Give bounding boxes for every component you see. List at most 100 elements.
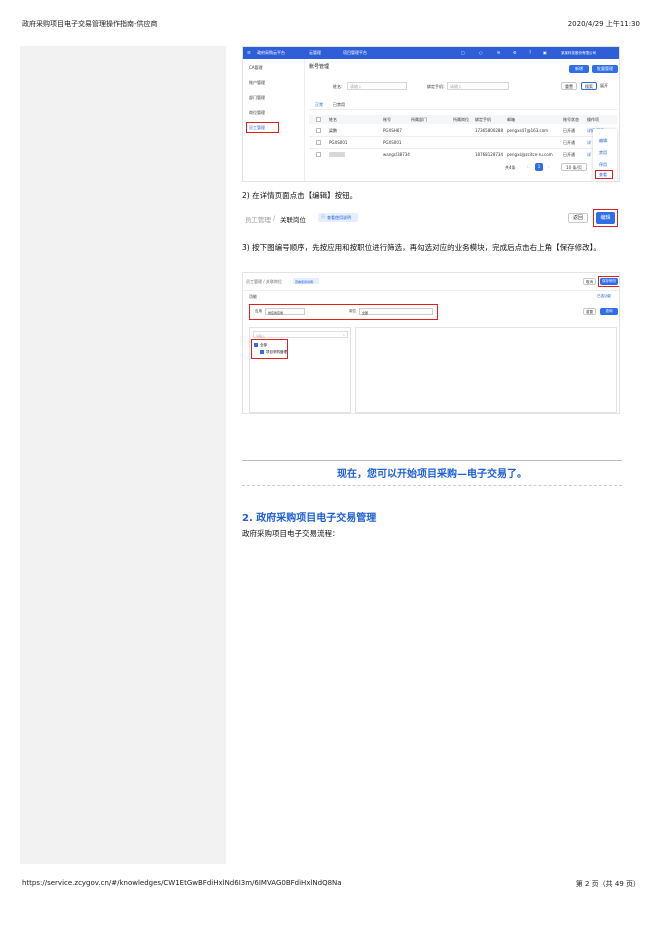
query-button[interactable]: 查询 xyxy=(600,308,618,315)
edit-button[interactable]: 编辑 xyxy=(596,212,615,224)
cell-email: pengxs47@163.com xyxy=(507,128,549,133)
tree-child[interactable]: 项目采购管理 xyxy=(266,350,287,355)
side-item-employee[interactable]: 员工管理 xyxy=(249,126,265,130)
help-icon[interactable]: ? xyxy=(529,51,531,55)
nav-item[interactable]: 项目管理平台 xyxy=(343,51,367,55)
table-row: PGXS001 PGXS001 已开通 详 xyxy=(309,137,617,148)
document-title: 政府采购项目电子交易管理操作指南-供应商 xyxy=(22,20,158,28)
cell-actions[interactable]: 详 xyxy=(587,153,591,157)
pager-next-icon[interactable]: › xyxy=(548,165,550,169)
breadcrumb-separator: / xyxy=(273,214,276,222)
banner-top-rule xyxy=(242,460,622,461)
tab-disabled[interactable]: 已禁用 xyxy=(333,103,345,107)
breadcrumb: 员工管理 / 关联岗位 xyxy=(246,279,282,284)
breadcrumb-current: 关联岗位 xyxy=(280,216,306,224)
screenshot-account-management: ☰ 政府采购云平台 云管理 项目管理平台 ▢ ○ ✉ ⚙ ? ▣ 某某科技股份有… xyxy=(242,46,620,182)
batch-manage-button[interactable]: 批量管理 xyxy=(592,65,618,73)
app-select[interactable]: 供应商应用 xyxy=(265,308,305,315)
table-row: wangcl38734 18768128734 pengxs@zcitce-ru… xyxy=(309,149,617,160)
tree-panel: 请输入 ⌕ 全部 项目采购管理 xyxy=(249,327,351,413)
bell-icon[interactable]: ▢ xyxy=(461,51,465,55)
col-actions: 操作项 xyxy=(587,117,599,122)
screenshot-link-position: 员工管理 / 关联岗位 查看使用说明 取消 保存修改 功能 已选功能 应用 供应… xyxy=(242,272,620,414)
app-label: 应用 xyxy=(255,309,262,313)
name-input[interactable]: 请输入 xyxy=(347,82,407,90)
selected-functions-link[interactable]: 已选功能 xyxy=(597,294,611,299)
row-checkbox[interactable] xyxy=(316,140,321,145)
help-badge[interactable]: 查看使用说明 xyxy=(293,278,319,284)
cancel-button[interactable]: 取消 xyxy=(583,278,596,285)
filter-phone-label: 绑定手机： xyxy=(427,84,447,89)
function-panel xyxy=(355,327,617,413)
cell-phone: 18768128734 xyxy=(475,152,503,157)
phone-input[interactable]: 请输入 xyxy=(447,82,509,90)
row-checkbox[interactable] xyxy=(316,152,321,157)
side-item-department[interactable]: 部门管理 xyxy=(249,96,265,100)
side-item-ca[interactable]: CA管理 xyxy=(249,66,263,70)
position-select[interactable]: 全部 xyxy=(359,308,433,315)
side-menu: CA管理 账户管理 部门管理 岗位管理 员工管理 xyxy=(243,59,305,181)
tab-normal[interactable]: 正常 xyxy=(315,103,323,107)
select-all-checkbox[interactable] xyxy=(316,117,321,122)
user-icon[interactable]: ○ xyxy=(479,51,483,55)
company-name: 某某科技股份有限公司 xyxy=(561,51,596,55)
menu-icon[interactable]: ☰ xyxy=(247,51,251,55)
tree-search-input[interactable]: 请输入 ⌕ xyxy=(253,331,348,338)
apps-icon[interactable]: ▣ xyxy=(543,51,547,55)
col-account: 账号 xyxy=(383,117,391,122)
tree-child-checkbox[interactable] xyxy=(260,350,264,354)
tree-root-checkbox[interactable] xyxy=(254,343,258,347)
save-changes-button[interactable]: 保存修改 xyxy=(600,278,618,285)
settings-icon[interactable]: ⚙ xyxy=(513,51,517,55)
reset-button[interactable]: 重置 xyxy=(583,308,596,315)
nav-item[interactable]: 云管理 xyxy=(309,51,321,55)
add-button[interactable]: 新增 xyxy=(569,65,589,73)
footer-url[interactable]: https://service.zcygov.cn/#/knowledges/C… xyxy=(22,879,342,887)
step-3-text: 3) 按下图编号顺序，先按应用和按职位进行筛选，再勾选对应的业务模块，完成后点击… xyxy=(242,243,601,252)
col-status: 账号状态 xyxy=(563,117,579,122)
dropdown-edit[interactable]: 编辑 xyxy=(599,139,607,143)
back-button[interactable]: 返回 xyxy=(568,213,588,223)
dropdown-view[interactable]: 查看 xyxy=(599,173,607,177)
table-row: 梁鹏 PGXSH67 17365800288 pengxs47@163.com … xyxy=(309,125,617,136)
expand-link[interactable]: 展开 xyxy=(600,84,608,88)
info-icon: ⓘ xyxy=(321,214,325,219)
pager-current[interactable]: 1 xyxy=(535,163,543,171)
screenshot-detail-header: 员工管理 / 关联岗位 ⓘ 查看使用说明 返回 编辑 xyxy=(242,207,620,229)
cell-phone: 17365800288 xyxy=(475,128,503,133)
side-item-account[interactable]: 账户管理 xyxy=(249,81,265,85)
left-margin-panel xyxy=(20,46,226,864)
page-title: 账号管理 xyxy=(309,64,330,70)
reset-button[interactable]: 重置 xyxy=(561,82,577,90)
banner-text: 现在，您可以开始项目采购—电子交易了。 xyxy=(337,469,527,480)
cell-name: PGXS001 xyxy=(329,140,348,145)
cell-actions[interactable]: 详 xyxy=(587,141,591,145)
help-badge[interactable]: ⓘ 查看使用说明 xyxy=(318,213,358,222)
footer-page-number: 第 2 页（共 49 页） xyxy=(575,880,640,888)
cell-name: 梁鹏 xyxy=(329,128,337,133)
banner-bottom-rule xyxy=(242,485,622,486)
page-size-select[interactable]: 10 条/页 xyxy=(561,163,587,171)
search-button[interactable]: 搜索 xyxy=(581,82,597,90)
section-label: 功能 xyxy=(249,294,257,299)
cell-account: PGXSH67 xyxy=(383,128,402,133)
tree-root[interactable]: 全部 xyxy=(260,343,267,348)
breadcrumb-root[interactable]: 员工管理 xyxy=(245,214,271,224)
col-name: 姓名 xyxy=(329,117,337,122)
mail-icon[interactable]: ✉ xyxy=(497,51,500,55)
filter-name-label: 姓名： xyxy=(333,84,345,89)
position-label: 岗位 xyxy=(349,309,356,313)
section-heading: 2. 政府采购项目电子交易管理 xyxy=(242,513,377,524)
pager-total: 共4条 xyxy=(505,165,516,170)
search-icon: ⌕ xyxy=(343,333,345,337)
cell-status: 已开通 xyxy=(563,152,575,157)
side-item-position[interactable]: 岗位管理 xyxy=(249,111,265,115)
highlight-box xyxy=(251,339,288,359)
dropdown-stop[interactable]: 停用 xyxy=(599,163,607,167)
col-email: 邮箱 xyxy=(507,117,515,122)
cell-status: 已开通 xyxy=(563,140,575,145)
pager-prev-icon[interactable]: ‹ xyxy=(527,165,529,169)
step-2-text: 2) 在详情页面点击【编辑】按钮。 xyxy=(242,191,358,200)
dropdown-disable[interactable]: 禁用 xyxy=(599,151,607,155)
row-checkbox[interactable] xyxy=(316,128,321,133)
